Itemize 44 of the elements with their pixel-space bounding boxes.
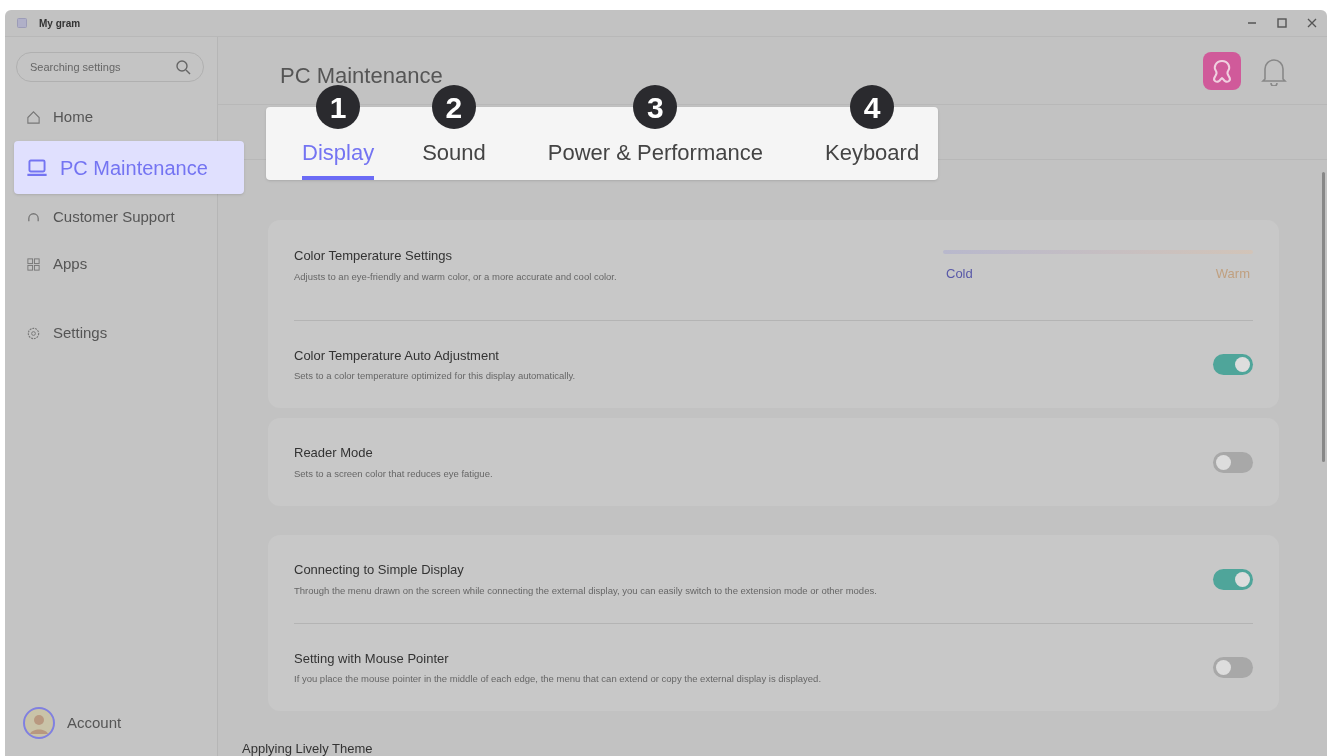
section-heading: Applying Lively Theme: [242, 740, 374, 756]
cold-label: Cold: [946, 265, 973, 283]
window-title: My gram: [39, 16, 81, 31]
toggle-switch[interactable]: [1213, 568, 1253, 590]
tab[interactable]: Keyboard: [824, 129, 920, 180]
settings-icon: [26, 326, 41, 341]
scrollbar[interactable]: [1322, 172, 1325, 462]
setting-title: Color Temperature Auto Adjustment: [294, 346, 500, 365]
setting-description: Adjusts to an eye-friendly and warm color, or a more accurate and cool color.: [294, 269, 617, 284]
number-badge: 1: [316, 85, 361, 129]
sidebar-item[interactable]: Settings: [14, 310, 217, 357]
tab[interactable]: Power & Performance: [547, 129, 763, 180]
toggle-switch[interactable]: [1213, 451, 1253, 473]
setting-description: Sets to a screen color that reduces eye fatigue.: [294, 466, 493, 481]
account-label[interactable]: Account: [67, 711, 122, 735]
sidebar-item[interactable]: PC Maintenance: [14, 141, 244, 194]
number-badge: 4: [850, 85, 895, 129]
setting-description: If you place the mouse pointer in the middle of each edge, the menu that can extend or copy the external display is displayed.: [294, 672, 822, 687]
tab[interactable]: Sound: [422, 129, 486, 180]
search-icon: [175, 59, 191, 75]
setting-description: Sets to a color temperature optimized for this display automatically.: [294, 369, 576, 384]
setting-description: Through the menu drawn on the screen while connecting the external display, you can easily switch to the extension mode or other modes.: [294, 583, 877, 598]
app-logo-icon[interactable]: [1203, 51, 1241, 90]
number-badge: 2: [431, 85, 476, 129]
warm-label: Warm: [1215, 265, 1250, 283]
toggle-switch[interactable]: [1213, 657, 1253, 678]
toggle-switch[interactable]: [1213, 354, 1253, 375]
laptop-icon: [26, 156, 48, 179]
setting-title: Setting with Mouse Pointer: [294, 649, 450, 668]
search-field[interactable]: Searching settings: [16, 52, 204, 82]
setting-title: Color Temperature Settings: [294, 247, 453, 265]
home-icon: [26, 110, 41, 125]
sidebar-item[interactable]: Apps: [14, 241, 217, 288]
maximize-icon[interactable]: [1277, 18, 1287, 28]
setting-title: Connecting to Simple Display: [294, 561, 465, 580]
grid-icon: [26, 257, 41, 272]
close-icon[interactable]: [1307, 18, 1317, 28]
sidebar-item[interactable]: Home: [14, 94, 217, 141]
sidebar-item[interactable]: Customer Support: [14, 194, 217, 241]
setting-title: Reader Mode: [294, 444, 374, 463]
tab[interactable]: Display: [302, 129, 375, 180]
app-icon: [17, 18, 27, 28]
number-badge: 3: [633, 85, 678, 129]
avatar-icon[interactable]: [23, 707, 55, 739]
